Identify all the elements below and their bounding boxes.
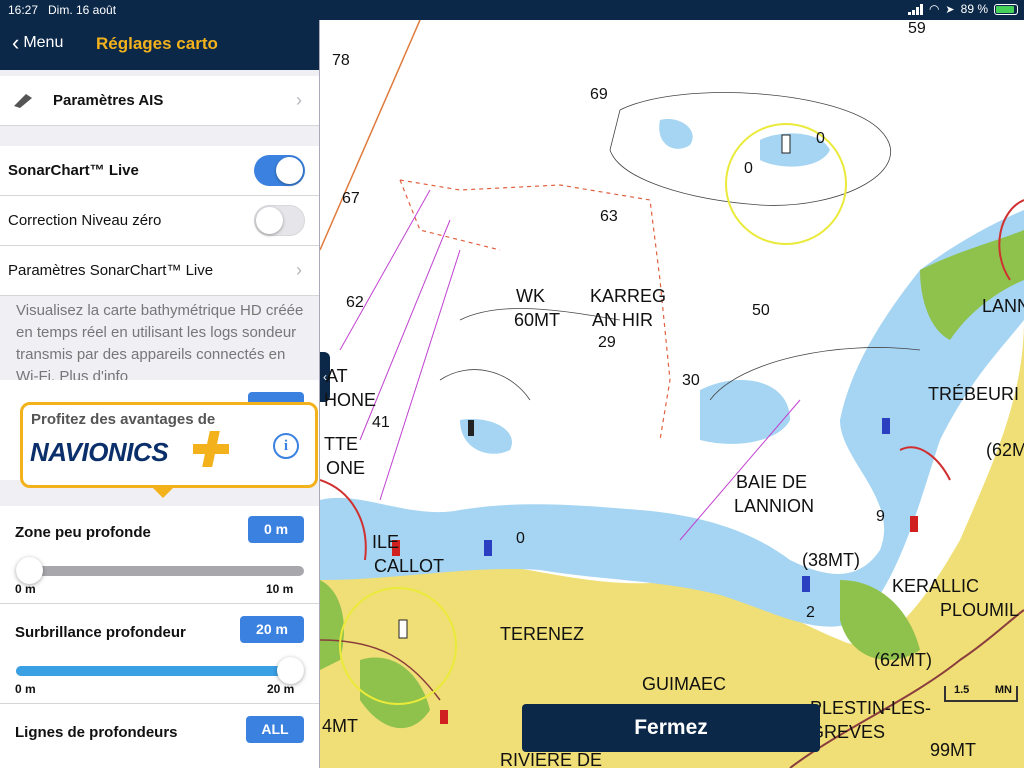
depth-41: 41 <box>372 414 390 431</box>
label-riviere: RIVIERE DE <box>500 750 603 768</box>
plus-icon <box>191 429 231 469</box>
sonarchart-label: SonarChart™ Live <box>8 162 139 179</box>
sonarchart-toggle[interactable] <box>254 155 305 186</box>
label-callot: CALLOT <box>374 556 445 576</box>
depth-50: 50 <box>752 302 770 319</box>
highlight-label: Surbrillance profondeur <box>15 624 186 641</box>
depth-30: 30 <box>682 372 700 389</box>
label-62m: (62M <box>986 440 1024 460</box>
promo-text: Profitez des avantages de <box>31 411 216 428</box>
label-at: AT <box>326 366 348 386</box>
label-4mt: 4MT <box>322 716 358 736</box>
battery-icon <box>994 3 1018 15</box>
label-greves: GREVES <box>810 722 886 742</box>
shallow-max: 10 m <box>266 582 294 596</box>
label-baie-de: BAIE DE <box>736 472 808 492</box>
back-label: Menu <box>23 34 64 51</box>
highlight-value-button[interactable]: 20 m <box>240 616 304 643</box>
depth-59: 59 <box>908 20 926 37</box>
chevron-left-icon: ‹ <box>12 30 20 55</box>
label-62mt: (62MT) <box>874 650 932 670</box>
depth-9: 9 <box>876 508 885 525</box>
battery-percent: 89 % <box>960 2 988 16</box>
label-38mt: (38MT) <box>802 550 860 570</box>
settings-row-correction: Correction Niveau zéro <box>0 196 319 246</box>
chevron-right-icon: › <box>296 90 302 110</box>
label-hone: HONE <box>324 390 377 410</box>
highlight-slider[interactable] <box>16 657 304 684</box>
scale-value: 1.5 <box>954 684 970 696</box>
depth-0-c: 0 <box>516 530 525 547</box>
highlight-min: 0 m <box>15 682 36 696</box>
label-ploumil: PLOUMIL <box>940 600 1020 620</box>
contours-value-button[interactable]: ALL <box>246 716 304 743</box>
label-tte: TTE <box>324 434 358 454</box>
depth-0-b: 0 <box>816 130 825 147</box>
depth-67: 67 <box>342 190 360 207</box>
depth-62: 62 <box>346 294 364 311</box>
label-wk: WK <box>516 286 545 306</box>
label-99mt: 99MT <box>930 740 977 760</box>
label-lann: LANN <box>982 296 1024 316</box>
status-time: 16:27 <box>8 3 39 17</box>
label-trebeur: TRÉBEURI <box>928 384 1020 404</box>
status-bar: 16:27 Dim. 16 août ◠ ➤ 89 % <box>0 0 1024 20</box>
depth-78: 78 <box>332 52 350 69</box>
shallow-slider[interactable] <box>16 557 304 584</box>
wifi-icon: ◠ <box>928 2 940 16</box>
navionics-plus-promo[interactable]: Profitez des avantages de NAVIONICS i <box>20 402 318 498</box>
info-icon[interactable]: i <box>273 433 299 459</box>
signal-icon <box>907 3 923 15</box>
location-icon: ➤ <box>945 3 955 16</box>
label-terenez: TERENEZ <box>500 624 585 644</box>
status-icons: ◠ ➤ 89 % <box>907 2 1018 16</box>
promo-pointer <box>151 486 175 498</box>
shallow-label: Zone peu profonde <box>15 524 151 541</box>
correction-toggle[interactable] <box>254 205 305 236</box>
close-button[interactable]: Fermez <box>522 704 820 752</box>
nautical-chart[interactable]: ‹ WK 60MT KARREG AN HIR BAIE DE LANNION … <box>320 20 1024 768</box>
settings-row-ais[interactable]: Paramètres AIS › <box>0 76 319 126</box>
label-kerallic: KERALLIC <box>892 576 980 596</box>
label-60mt: 60MT <box>514 310 561 330</box>
page-title: Réglages carto <box>96 34 218 53</box>
highlight-max: 20 m <box>267 682 295 696</box>
highlight-section: Surbrillance profondeur 20 m 0 m 20 m <box>0 604 319 704</box>
label-guimaec: GUIMAEC <box>642 674 727 694</box>
sonarchart-description: Visualisez la carte bathymétrique HD cré… <box>16 300 306 388</box>
highlight-slider-thumb[interactable] <box>277 657 304 684</box>
nav-bar: ‹ Menu Réglages carto <box>0 20 319 70</box>
back-button[interactable]: ‹ Menu <box>12 30 64 55</box>
contours-section: Lignes de profondeurs ALL <box>0 704 319 768</box>
correction-label: Correction Niveau zéro <box>8 212 162 229</box>
scale-unit: MN <box>994 684 1012 696</box>
depth-63: 63 <box>600 208 618 225</box>
shallow-section: Zone peu profonde 0 m 0 m 10 m <box>0 506 319 604</box>
shallow-slider-thumb[interactable] <box>16 557 43 584</box>
ship-icon <box>12 92 34 114</box>
chart-settings-panel: ‹ Menu Réglages carto Paramètres AIS › S… <box>0 20 320 768</box>
settings-row-sonarchart: SonarChart™ Live <box>0 146 319 196</box>
chevron-right-icon: › <box>296 260 302 280</box>
label-plestin: PLESTIN-LES- <box>810 698 932 718</box>
scale-bar: 1.5 MN <box>944 684 1018 702</box>
depth-2: 2 <box>806 604 815 621</box>
status-date: Dim. 16 août <box>48 3 117 17</box>
label-one: ONE <box>326 458 366 478</box>
depth-29: 29 <box>598 334 616 351</box>
label-ile: ILE <box>372 532 400 552</box>
label-karreg: KARREG <box>590 286 667 306</box>
label-an-hir: AN HIR <box>592 310 654 330</box>
ais-label: Paramètres AIS <box>53 92 164 109</box>
highlight-slider-fill <box>16 666 291 676</box>
settings-row-sonar-params[interactable]: Paramètres SonarChart™ Live › <box>0 246 319 296</box>
depth-69: 69 <box>590 86 608 103</box>
navionics-logo: NAVIONICS <box>30 437 169 467</box>
shallow-value-button[interactable]: 0 m <box>248 516 304 543</box>
depth-0-a: 0 <box>744 160 753 177</box>
sonar-params-label: Paramètres SonarChart™ Live <box>8 262 214 279</box>
contours-label: Lignes de profondeurs <box>15 724 178 741</box>
shallow-min: 0 m <box>15 582 36 596</box>
label-lannion: LANNION <box>734 496 815 516</box>
